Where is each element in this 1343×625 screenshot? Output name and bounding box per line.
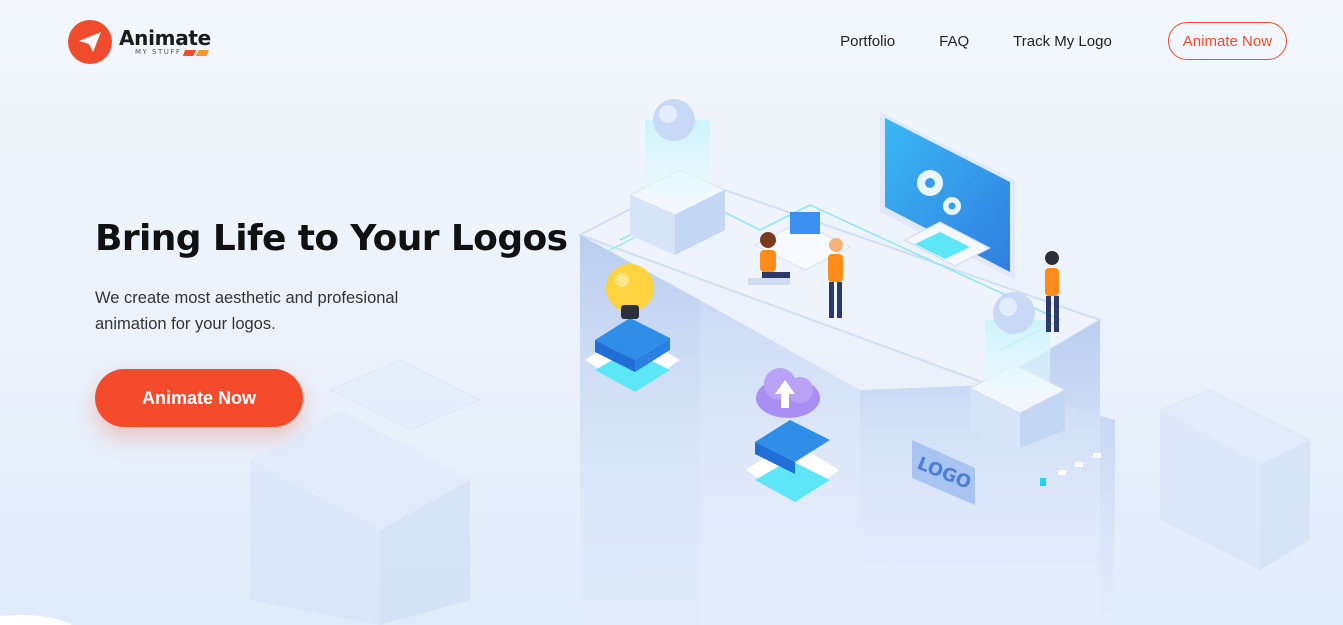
bottom-curve xyxy=(0,615,80,625)
background-block-right xyxy=(1158,389,1312,570)
brand-subname: MY STUFF xyxy=(135,48,182,56)
brand-name: Animate xyxy=(119,26,211,50)
isometric-illustration: LOGO xyxy=(250,99,1312,625)
nav-link-track-my-logo[interactable]: Track My Logo xyxy=(1013,33,1112,50)
glass-pillar-left xyxy=(628,99,727,255)
nav-link-faq[interactable]: FAQ xyxy=(939,33,969,50)
paper-plane-icon xyxy=(68,20,112,64)
header-animate-now-button[interactable]: Animate Now xyxy=(1167,22,1287,60)
brand-wordmark: Animate MY STUFF xyxy=(119,28,211,56)
brand-logo[interactable]: Animate MY STUFF xyxy=(68,19,218,65)
background-block-left xyxy=(250,359,482,625)
main-nav: Portfolio FAQ Track My Logo Animate Now xyxy=(840,22,1287,60)
site-header: Animate MY STUFF Portfolio FAQ Track My … xyxy=(0,0,1343,82)
nav-link-portfolio[interactable]: Portfolio xyxy=(840,33,895,50)
brand-stripe xyxy=(183,49,210,56)
